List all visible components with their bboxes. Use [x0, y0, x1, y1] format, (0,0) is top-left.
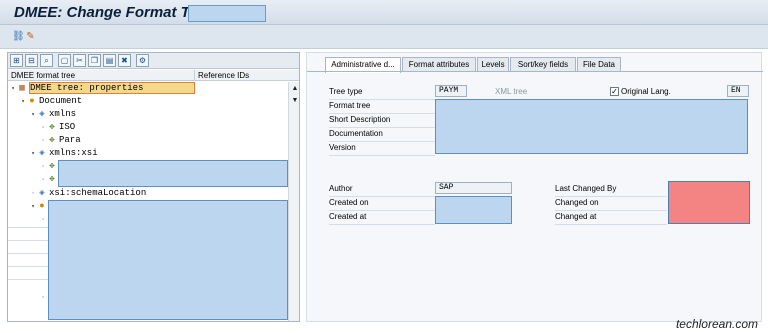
column-format-tree: DMEE format tree — [11, 71, 76, 80]
tab-file-data[interactable]: File Data — [577, 57, 621, 72]
format-tree-label: Format tree — [329, 101, 371, 110]
paste-icon[interactable]: ▤ — [103, 54, 116, 67]
redacted-format-tree-fields — [435, 99, 748, 154]
row-divider — [8, 227, 48, 228]
redacted-block — [58, 160, 288, 187]
original-lang-checkbox[interactable]: ✓ — [610, 87, 619, 96]
tree-toolbar: ⊞ ⊟ ⌕ ▢ ✂ ❐ ▤ ✖ ⚙ — [8, 53, 299, 69]
language-field[interactable]: EN — [727, 85, 749, 97]
tree-node-xsi-schemalocation[interactable]: · ◈ xsi:schemaLocation — [8, 187, 286, 200]
leaf-bullet: · — [41, 216, 45, 223]
tree-node-label[interactable]: Para — [59, 134, 81, 147]
attribute-icon: ◈ — [39, 148, 45, 158]
tree-node-label[interactable]: DMEE tree: properties — [29, 82, 195, 94]
documentation-label: Documentation — [329, 129, 383, 138]
redacted-changed-fields — [668, 181, 750, 224]
leaf-bullet: · — [31, 190, 35, 197]
tree-node-root[interactable]: ▾ ▦ DMEE tree: properties — [8, 82, 286, 95]
collapse-icon[interactable]: ▾ — [30, 108, 36, 121]
xml-tree-label: XML tree — [495, 87, 528, 96]
format-tree: ▾ ▦ DMEE tree: properties ▾ ● Document ▾… — [8, 82, 288, 321]
redacted-block — [48, 200, 288, 320]
row-divider — [329, 155, 435, 156]
tree-node-xmlns[interactable]: ▾ ◈ xmlns — [8, 108, 286, 121]
pencil-icon[interactable]: ✎ — [25, 31, 36, 42]
row-divider — [329, 224, 435, 225]
collapse-icon[interactable]: ▾ — [30, 200, 36, 213]
copy-icon[interactable]: ❐ — [88, 54, 101, 67]
leaf-bullet: · — [41, 176, 45, 183]
tree-type-field[interactable]: PAYM — [435, 85, 467, 97]
tree-root-icon: ▦ — [19, 83, 25, 93]
short-description-label: Short Description — [329, 115, 391, 124]
title-redacted-field — [188, 5, 266, 22]
delete-icon[interactable]: ✖ — [118, 54, 131, 67]
row-divider — [8, 253, 48, 254]
tree-type-label: Tree type — [329, 87, 363, 96]
constant-icon: ✥ — [49, 161, 55, 171]
tree-node-para[interactable]: · ✥ Para — [8, 134, 286, 147]
collapse-icon[interactable]: ▾ — [20, 95, 26, 108]
new-node-icon[interactable]: ▢ — [58, 54, 71, 67]
created-at-label: Created at — [329, 212, 367, 221]
element-icon: ● — [29, 96, 35, 106]
created-on-label: Created on — [329, 198, 369, 207]
tree-node-label[interactable]: xmlns:xsi — [49, 147, 98, 160]
row-divider — [555, 224, 667, 225]
version-label: Version — [329, 143, 356, 152]
changed-on-label: Changed on — [555, 198, 599, 207]
tree-node-label[interactable]: Document — [39, 95, 82, 108]
collapse-all-icon[interactable]: ⊟ — [25, 54, 38, 67]
redacted-created-fields — [435, 196, 512, 224]
structure-icon[interactable]: ⚙ — [136, 54, 149, 67]
constant-icon: ✥ — [49, 135, 55, 145]
collapse-icon[interactable]: ▾ — [10, 82, 16, 95]
leaf-bullet: · — [41, 163, 45, 170]
collapse-icon[interactable]: ▾ — [30, 147, 36, 160]
element-icon: ● — [39, 201, 45, 211]
constant-icon: ✥ — [49, 122, 55, 132]
column-reference-ids: Reference IDs — [198, 71, 250, 80]
find-icon[interactable]: ⌕ — [40, 54, 53, 67]
tab-levels[interactable]: Levels — [477, 57, 509, 72]
application-toolbar: ⛓ ✎ — [0, 25, 768, 49]
attribute-icon: ◈ — [39, 188, 45, 198]
tree-node-label[interactable]: xsi:schemaLocation — [49, 187, 146, 200]
attribute-icon: ◈ — [39, 109, 45, 119]
constant-icon: ✥ — [49, 174, 55, 184]
tab-underline — [307, 71, 763, 72]
leaf-bullet: · — [41, 137, 45, 144]
tree-node-xmlns-xsi[interactable]: ▾ ◈ xmlns:xsi — [8, 147, 286, 160]
tree-node-document[interactable]: ▾ ● Document — [8, 95, 286, 108]
details-pane: Administrative d... Format attributes Le… — [306, 52, 763, 322]
page-title: DMEE: Change Format Tree — [14, 4, 213, 21]
tab-format-attributes[interactable]: Format attributes — [402, 57, 476, 72]
watermark: techlorean.com — [675, 317, 758, 331]
row-divider — [8, 266, 48, 267]
title-bar: DMEE: Change Format Tree — [0, 0, 768, 25]
hierarchy-icon[interactable]: ⛓ — [12, 31, 25, 42]
tree-node-label[interactable]: ISO — [59, 121, 75, 134]
column-separator — [194, 70, 195, 81]
original-lang-label: Original Lang. — [621, 87, 671, 96]
scroll-down-icon[interactable]: ▼ — [291, 97, 299, 104]
tree-column-header: DMEE format tree Reference IDs — [8, 70, 299, 81]
row-divider — [8, 240, 48, 241]
format-tree-pane: ⊞ ⊟ ⌕ ▢ ✂ ❐ ▤ ✖ ⚙ DMEE format tree Refer… — [7, 52, 300, 322]
tree-node-iso[interactable]: · ✥ ISO — [8, 121, 286, 134]
tree-node-label[interactable]: xmlns — [49, 108, 76, 121]
last-changed-by-label: Last Changed By — [555, 184, 617, 193]
author-label: Author — [329, 184, 353, 193]
changed-at-label: Changed at — [555, 212, 597, 221]
row-divider — [8, 279, 48, 280]
author-field[interactable]: SAP — [435, 182, 512, 194]
leaf-bullet: · — [41, 294, 45, 301]
tree-scrollbar[interactable]: ▲ ▼ — [288, 82, 299, 321]
scroll-up-icon[interactable]: ▲ — [291, 85, 299, 92]
cut-icon[interactable]: ✂ — [73, 54, 86, 67]
tab-sort-key-fields[interactable]: Sort/key fields — [510, 57, 576, 72]
leaf-bullet: · — [41, 124, 45, 131]
expand-all-icon[interactable]: ⊞ — [10, 54, 23, 67]
